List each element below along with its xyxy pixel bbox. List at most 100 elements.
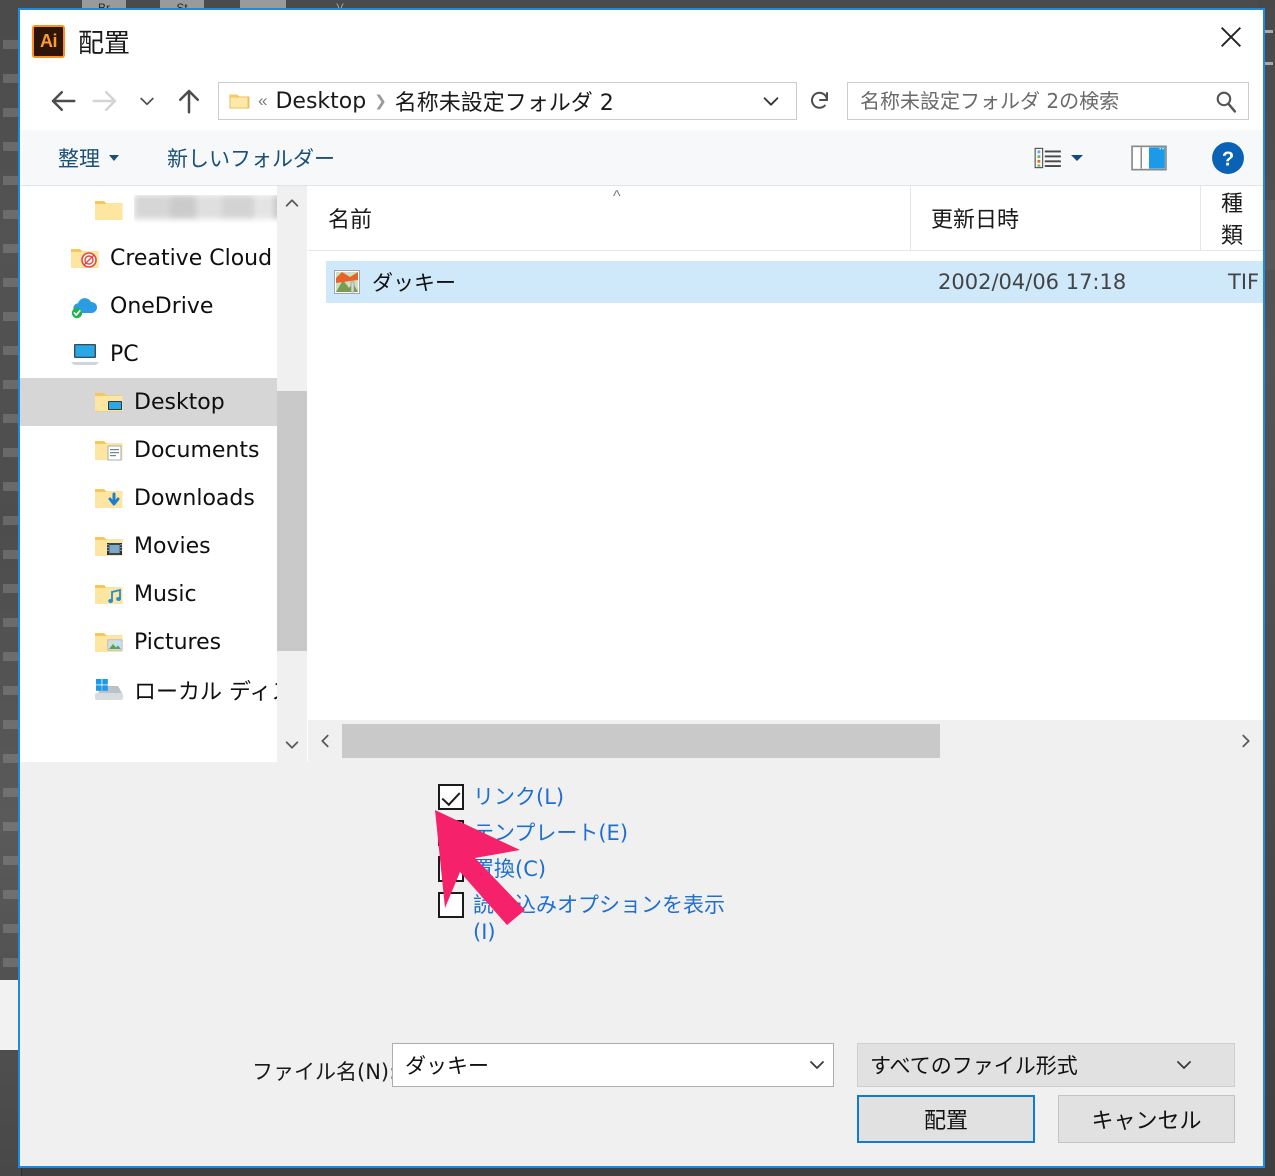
- view-options-button[interactable]: [1033, 145, 1063, 171]
- refresh-button[interactable]: [801, 82, 839, 120]
- sidebar-item-label: Documents: [134, 437, 260, 463]
- place-options: リンク(L) テンプレート(E) 置換(C) 読み込みオプションを表示(I): [20, 762, 1263, 1002]
- cancel-button[interactable]: キャンセル: [1058, 1095, 1235, 1143]
- chevron-down-icon: [109, 154, 119, 161]
- breadcrumb-overflow[interactable]: «: [258, 91, 267, 111]
- music-folder-icon: [94, 581, 124, 607]
- sidebar-list: Creative Cloud Files OneDrive PC Desktop Doc…: [20, 186, 307, 714]
- column-header-date[interactable]: 更新日時: [910, 186, 1200, 250]
- dialog-body: Creative Cloud Files OneDrive PC Desktop Doc…: [20, 186, 1263, 762]
- documents-folder-icon: [94, 437, 124, 463]
- checkbox-3[interactable]: [438, 892, 464, 918]
- sidebar-item-pictures[interactable]: Pictures: [20, 618, 307, 666]
- downloads-folder-icon: [94, 485, 124, 511]
- address-bar[interactable]: « Desktop ❯ 名称未設定フォルダ 2: [218, 82, 797, 120]
- checkbox-list: リンク(L) テンプレート(E) 置換(C) 読み込みオプションを表示(I): [438, 784, 1263, 946]
- file-name-cell: ダッキー: [372, 271, 456, 295]
- table-row[interactable]: ダッキー 2002/04/06 17:18 TIF: [326, 261, 1263, 303]
- file-date-cell: 2002/04/06 17:18: [938, 270, 1127, 294]
- scroll-left-button[interactable]: [308, 720, 342, 762]
- filename-combobox[interactable]: [392, 1043, 834, 1087]
- chevron-down-icon: [1177, 1061, 1191, 1069]
- refresh-icon: [811, 91, 828, 109]
- file-list-empty-area: [308, 303, 1263, 720]
- filename-dropdown-button[interactable]: [807, 1055, 827, 1075]
- file-list-header: ^ 名前 更新日時 種類: [308, 186, 1263, 251]
- dialog-titlebar: Ai 配置: [20, 10, 1263, 72]
- column-header-type[interactable]: 種類: [1200, 186, 1263, 250]
- sidebar-item-onedrive[interactable]: OneDrive: [20, 282, 307, 330]
- chevron-down-icon: [810, 1061, 824, 1069]
- breadcrumb-item-folder[interactable]: 名称未設定フォルダ 2: [395, 85, 614, 117]
- sidebar-item-label: PC: [110, 341, 139, 367]
- sidebar-item-pc[interactable]: PC: [20, 330, 307, 378]
- file-list-horizontal-scrollbar[interactable]: [308, 720, 1263, 762]
- filename-input[interactable]: [403, 1052, 807, 1078]
- address-dropdown-button[interactable]: [750, 90, 792, 112]
- navigation-bar: « Desktop ❯ 名称未設定フォルダ 2: [20, 72, 1263, 130]
- checkbox-0[interactable]: [438, 784, 464, 810]
- file-type-cell: TIF: [1228, 270, 1260, 294]
- forward-arrow-icon: [92, 91, 117, 111]
- sidebar-item-creative-cloud-files[interactable]: Creative Cloud Files: [20, 234, 307, 282]
- sidebar-item-desktop[interactable]: Desktop: [20, 378, 307, 426]
- checkbox-row[interactable]: リンク(L): [438, 784, 728, 811]
- checkbox-row[interactable]: テンプレート(E): [438, 820, 728, 847]
- view-dropdown-button[interactable]: [1069, 150, 1085, 166]
- back-button[interactable]: [42, 80, 84, 122]
- help-button[interactable]: ?: [1211, 141, 1245, 175]
- checkbox-1[interactable]: [438, 820, 464, 846]
- local-disk-icon: [94, 677, 124, 703]
- sidebar-item-label: OneDrive: [110, 293, 214, 319]
- file-list-pane: ^ 名前 更新日時 種類 ダッキー 2002/04/06 17:18 TIF: [308, 186, 1263, 762]
- organize-label: 整理: [58, 146, 100, 171]
- breadcrumb-separator[interactable]: ❯: [374, 92, 387, 110]
- new-folder-button[interactable]: 新しいフォルダー: [167, 143, 335, 173]
- onedrive-icon: [70, 293, 100, 319]
- chevron-down-icon: [1071, 154, 1083, 161]
- recent-locations-button[interactable]: [126, 80, 168, 122]
- preview-pane-button[interactable]: [1131, 144, 1167, 172]
- scroll-up-button[interactable]: [277, 188, 307, 218]
- sidebar-item-downloads[interactable]: Downloads: [20, 474, 307, 522]
- search-bar[interactable]: [847, 82, 1249, 120]
- sidebar-item-documents[interactable]: Documents: [20, 426, 307, 474]
- svg-text:?: ?: [1222, 148, 1234, 170]
- scroll-right-button[interactable]: [1229, 720, 1263, 762]
- up-button[interactable]: [168, 80, 210, 122]
- filetype-select[interactable]: すべてのファイル形式: [857, 1043, 1235, 1087]
- chevron-down-icon: [763, 97, 779, 106]
- checkbox-2[interactable]: [438, 856, 464, 882]
- checkbox-label[interactable]: テンプレート(E): [473, 820, 628, 847]
- checkbox-label[interactable]: 置換(C): [473, 856, 546, 883]
- forward-button[interactable]: [84, 80, 126, 122]
- hscrollbar-thumb[interactable]: [342, 724, 940, 758]
- checkbox-label[interactable]: リンク(L): [473, 784, 564, 811]
- sidebar-item-hidden-0[interactable]: [20, 186, 307, 234]
- checkbox-row[interactable]: 置換(C): [438, 856, 728, 883]
- sidebar-item-c[interactable]: ローカル ディスク (C:: [20, 666, 307, 714]
- folder-icon: [229, 93, 250, 110]
- place-file-dialog: Ai 配置 « Desktop ❯ 名称未設定フォルダ 2 名称未設定フォルダ …: [18, 8, 1265, 1168]
- file-rows: ダッキー 2002/04/06 17:18 TIF: [308, 251, 1263, 303]
- sidebar-item-movies[interactable]: Movies: [20, 522, 307, 570]
- pc-icon: [70, 341, 100, 367]
- search-input[interactable]: [858, 88, 1213, 114]
- filetype-value: すべてのファイル形式: [870, 1054, 1078, 1078]
- help-icon: ?: [1212, 141, 1244, 174]
- sidebar-vertical-scrollbar[interactable]: [277, 186, 307, 762]
- scroll-down-button[interactable]: [277, 730, 307, 760]
- scrollbar-thumb[interactable]: [277, 391, 307, 651]
- place-button[interactable]: 配置: [857, 1095, 1035, 1143]
- preview-pane-icon: [1131, 145, 1167, 170]
- close-button[interactable]: [1199, 10, 1263, 64]
- up-arrow-icon: [179, 89, 199, 114]
- column-header-name[interactable]: 名前: [308, 186, 910, 250]
- recent-locations-chevron-icon: [140, 97, 154, 106]
- breadcrumb-item-desktop[interactable]: Desktop: [275, 89, 366, 114]
- close-icon: [1221, 27, 1241, 47]
- organize-button[interactable]: 整理: [58, 143, 119, 173]
- checkbox-row[interactable]: 読み込みオプションを表示(I): [438, 892, 728, 946]
- checkbox-label[interactable]: 読み込みオプションを表示(I): [473, 892, 728, 946]
- sidebar-item-music[interactable]: Music: [20, 570, 307, 618]
